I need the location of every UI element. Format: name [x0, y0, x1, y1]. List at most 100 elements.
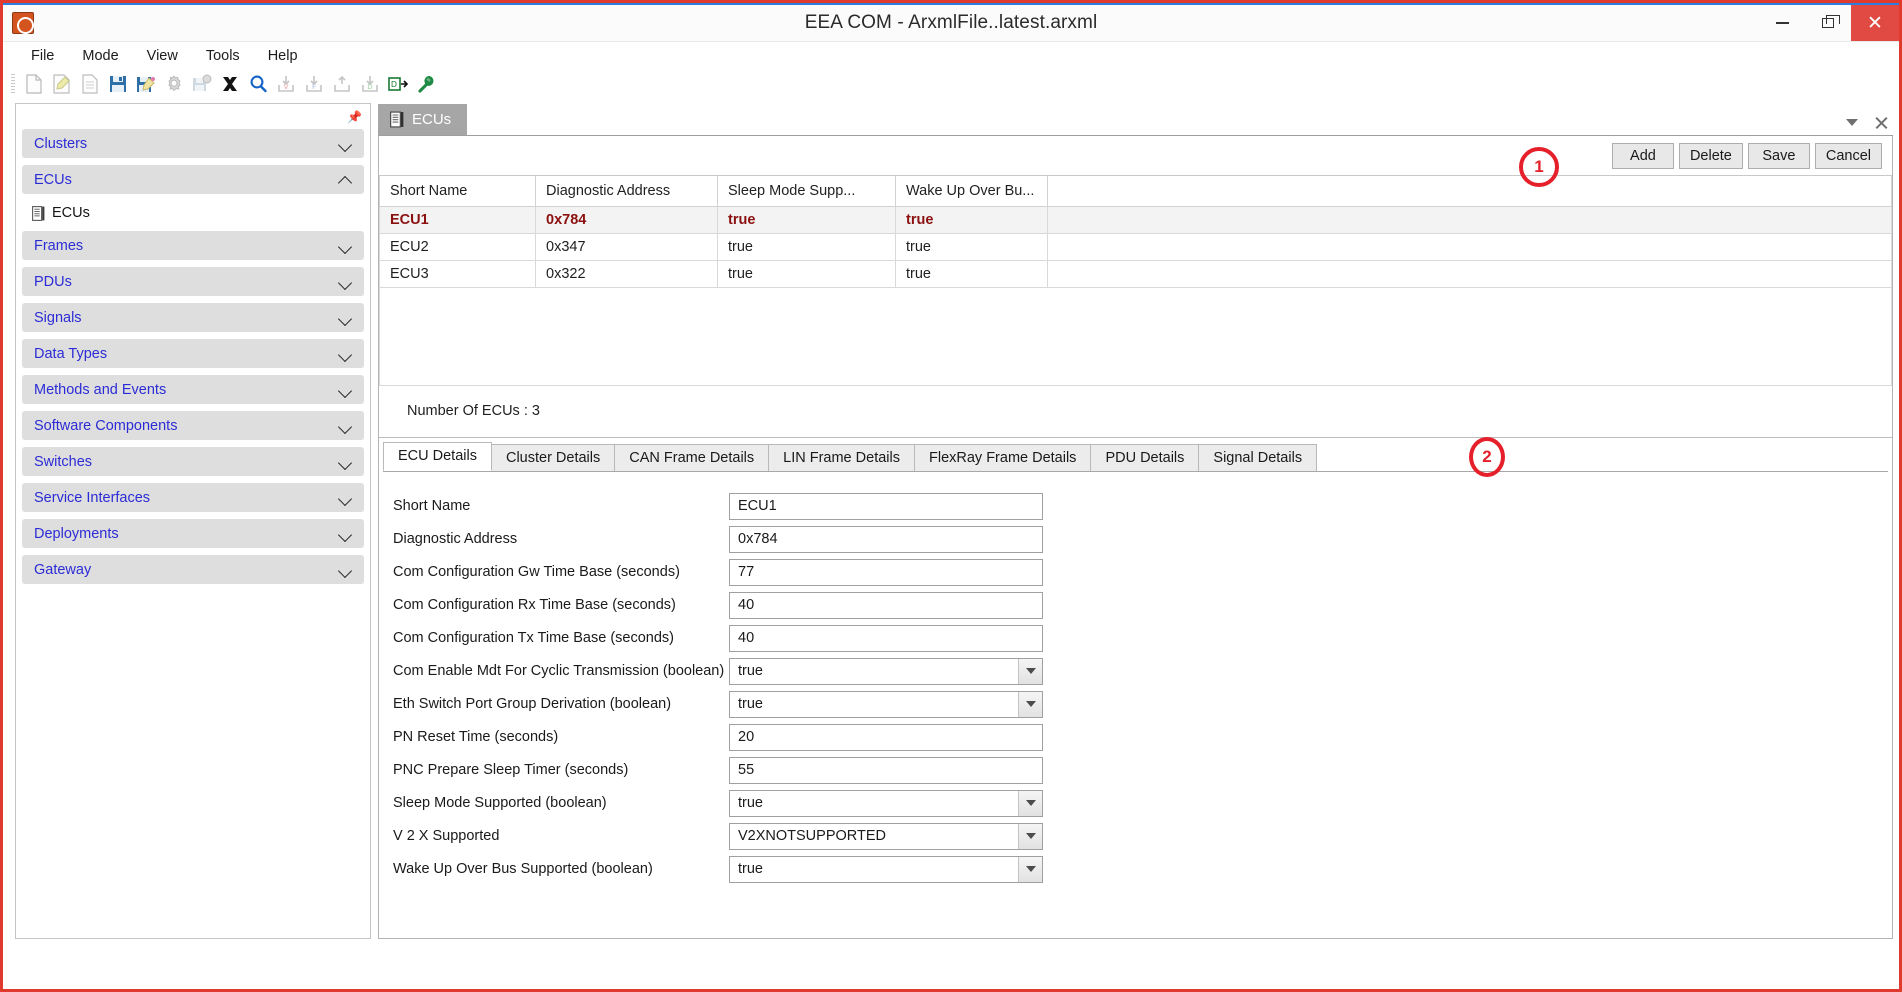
- sidebar-item-clusters[interactable]: Clusters: [22, 129, 364, 158]
- cell-wake-up-over-bus[interactable]: true: [895, 259, 1048, 288]
- settings-gear-icon[interactable]: [161, 72, 187, 96]
- table-row[interactable]: ECU3 0x322 true true: [379, 259, 1892, 288]
- menu-item-tools[interactable]: Tools: [192, 45, 254, 67]
- import-f-icon[interactable]: F: [301, 72, 327, 96]
- new-file-icon[interactable]: [21, 72, 47, 96]
- tab-ecu-details[interactable]: ECU Details: [383, 441, 492, 471]
- cell-sleep-mode-supported[interactable]: true: [717, 259, 896, 288]
- column-header-wake-up-over-bus[interactable]: Wake Up Over Bu...: [895, 176, 1048, 207]
- import-v-icon[interactable]: V: [273, 72, 299, 96]
- tab-lin-frame-details[interactable]: LIN Frame Details: [768, 443, 915, 471]
- cancel-button[interactable]: Cancel: [1814, 142, 1882, 169]
- cell-sleep-mode-supported[interactable]: true: [717, 232, 896, 261]
- import-icon[interactable]: [329, 72, 355, 96]
- sidebar: 📌 Clusters ECUs ECUs Frames PDUs Signals…: [15, 103, 371, 939]
- input-diagnostic-address[interactable]: [729, 525, 1043, 553]
- cell-short-name[interactable]: ECU3: [379, 259, 536, 288]
- select-v2x-supported[interactable]: V2XNOTSUPPORTED: [729, 822, 1043, 850]
- form-row-sleep-mode-supported: Sleep Mode Supported (boolean) true: [389, 787, 1888, 820]
- cell-diagnostic-address[interactable]: 0x784: [535, 205, 718, 234]
- cell-short-name[interactable]: ECU2: [379, 232, 536, 261]
- column-header-diagnostic-address[interactable]: Diagnostic Address: [535, 176, 718, 207]
- wrench-icon[interactable]: [413, 72, 439, 96]
- sidebar-item-switches[interactable]: Switches: [22, 447, 364, 476]
- cell-wake-up-over-bus[interactable]: true: [895, 232, 1048, 261]
- document-tab-ecus[interactable]: ECUs: [378, 104, 468, 135]
- maximize-button[interactable]: [1805, 5, 1851, 41]
- select-sleep-mode-supported[interactable]: true: [729, 789, 1043, 817]
- edit-file-icon[interactable]: [49, 72, 75, 96]
- details-tab-bar: ECU Details Cluster Details CAN Frame De…: [383, 441, 1888, 472]
- chevron-down-icon[interactable]: [1846, 119, 1858, 126]
- menu-item-view[interactable]: View: [133, 45, 192, 67]
- sidebar-item-pdus[interactable]: PDUs: [22, 267, 364, 296]
- sidebar-top-bar: 📌: [16, 104, 370, 129]
- input-com-config-tx-time-base[interactable]: [729, 624, 1043, 652]
- sidebar-item-label: Service Interfaces: [34, 489, 151, 506]
- chevron-down-icon: [339, 350, 352, 358]
- main-body: Add Delete Save Cancel Short Name Diagno…: [378, 136, 1893, 939]
- save-button[interactable]: Save: [1747, 142, 1810, 169]
- select-com-enable-mdt-cyclic[interactable]: true: [729, 657, 1043, 685]
- minimize-button[interactable]: [1759, 5, 1805, 41]
- select-eth-switch-port-group[interactable]: true: [729, 690, 1043, 718]
- add-button[interactable]: Add: [1611, 142, 1674, 169]
- menu-item-file[interactable]: File: [17, 45, 68, 67]
- tab-cluster-details[interactable]: Cluster Details: [490, 443, 616, 471]
- input-pnc-prepare-sleep-timer[interactable]: [729, 756, 1043, 784]
- input-com-config-rx-time-base[interactable]: [729, 591, 1043, 619]
- delete-button[interactable]: Delete: [1678, 142, 1743, 169]
- export-d-icon[interactable]: D: [385, 72, 411, 96]
- toolbar-grip[interactable]: [11, 74, 15, 94]
- sidebar-item-signals[interactable]: Signals: [22, 303, 364, 332]
- sidebar-item-ecus[interactable]: ECUs: [22, 165, 364, 194]
- document-tab-controls: [1846, 115, 1889, 130]
- sidebar-item-label: ECUs: [34, 171, 72, 188]
- document-icon[interactable]: [77, 72, 103, 96]
- save-edit-icon[interactable]: [133, 72, 159, 96]
- search-icon[interactable]: [245, 72, 271, 96]
- input-com-config-gw-time-base[interactable]: [729, 558, 1043, 586]
- chevron-down-icon: [1018, 691, 1042, 717]
- table-row[interactable]: ECU1 0x784 true true: [379, 205, 1892, 234]
- table-row[interactable]: ECU2 0x347 true true: [379, 232, 1892, 261]
- tab-pdu-details[interactable]: PDU Details: [1090, 443, 1200, 471]
- column-header-short-name[interactable]: Short Name: [379, 176, 536, 207]
- form-row-wake-up-over-bus-supported: Wake Up Over Bus Supported (boolean) tru…: [389, 853, 1888, 886]
- cell-diagnostic-address[interactable]: 0x322: [535, 259, 718, 288]
- tab-can-frame-details[interactable]: CAN Frame Details: [614, 443, 770, 471]
- sidebar-subitem-ecus[interactable]: ECUs: [22, 201, 364, 231]
- close-button[interactable]: ✕: [1851, 5, 1899, 41]
- cell-wake-up-over-bus[interactable]: true: [895, 205, 1048, 234]
- input-short-name[interactable]: [729, 492, 1043, 520]
- svg-text:V: V: [284, 83, 289, 91]
- pin-icon[interactable]: 📌: [347, 110, 362, 124]
- form-row-com-config-gw-time-base: Com Configuration Gw Time Base (seconds): [389, 556, 1888, 589]
- sidebar-item-service-interfaces[interactable]: Service Interfaces: [22, 483, 364, 512]
- cell-filler: [1047, 232, 1892, 261]
- sidebar-item-deployments[interactable]: Deployments: [22, 519, 364, 548]
- column-header-sleep-mode-supported[interactable]: Sleep Mode Supp...: [717, 176, 896, 207]
- sidebar-item-data-types[interactable]: Data Types: [22, 339, 364, 368]
- menu-item-help[interactable]: Help: [254, 45, 312, 67]
- sidebar-item-label: Gateway: [34, 561, 92, 578]
- import-d-icon[interactable]: D: [357, 72, 383, 96]
- column-header-filler: [1047, 176, 1892, 207]
- save-settings-icon[interactable]: [189, 72, 215, 96]
- form-row-com-enable-mdt-cyclic: Com Enable Mdt For Cyclic Transmission (…: [389, 655, 1888, 688]
- tab-signal-details[interactable]: Signal Details: [1198, 443, 1318, 471]
- select-wake-up-over-bus-supported[interactable]: true: [729, 855, 1043, 883]
- sidebar-item-software-components[interactable]: Software Components: [22, 411, 364, 440]
- sidebar-item-gateway[interactable]: Gateway: [22, 555, 364, 584]
- cell-sleep-mode-supported[interactable]: true: [717, 205, 896, 234]
- menu-item-mode[interactable]: Mode: [68, 45, 132, 67]
- cell-short-name[interactable]: ECU1: [379, 205, 536, 234]
- sidebar-item-frames[interactable]: Frames: [22, 231, 364, 260]
- input-pn-reset-time[interactable]: [729, 723, 1043, 751]
- close-icon[interactable]: [1874, 115, 1889, 130]
- close-x-icon[interactable]: [217, 72, 243, 96]
- sidebar-item-methods-and-events[interactable]: Methods and Events: [22, 375, 364, 404]
- save-icon[interactable]: [105, 72, 131, 96]
- tab-flexray-frame-details[interactable]: FlexRay Frame Details: [913, 443, 1092, 471]
- cell-diagnostic-address[interactable]: 0x347: [535, 232, 718, 261]
